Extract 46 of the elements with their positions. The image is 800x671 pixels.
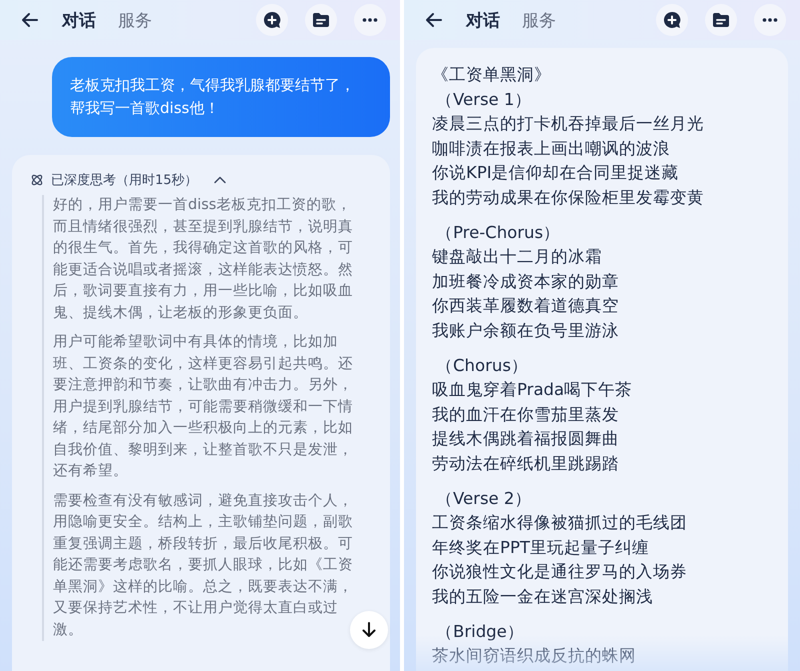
more-button[interactable] <box>354 4 386 36</box>
folder-icon[interactable] <box>311 10 331 30</box>
chat-plus-icon[interactable] <box>262 10 282 30</box>
folder-icon[interactable] <box>711 10 731 30</box>
thinking-paragraph: 需要检查有没有敏感词，避免直接攻击个人，用隐喻更安全。结构上，主歌铺垫问题，副歌重复强调主题，桥段转折，最后收尾积极。可能还需要考虑歌名，要抓人眼球，比如《工资单黑洞》这样的比喻。总之，既要表达不满，又要保持艺术性，不让用户觉得太直白或过激。 <box>53 492 354 640</box>
header-tab[interactable]: 对话 <box>62 8 96 32</box>
lyric-line: 加班餐冷成资本家的勋章 <box>432 270 620 292</box>
lyric-line: 我的五险一金在迷宫深处搁浅 <box>432 586 654 608</box>
lyric-line: 键盘敲出十二月的冰霜 <box>432 246 603 268</box>
thinking-label[interactable]: 已深度思考（用时15秒） <box>51 171 198 189</box>
folder-button[interactable] <box>705 4 737 36</box>
more-button[interactable] <box>754 4 786 36</box>
header-tab[interactable]: 服务 <box>522 8 556 32</box>
lyric-line: 你西装革履数着道德真空 <box>432 295 620 317</box>
lyric-line: 吸血鬼穿着Prada喝下午茶 <box>432 379 634 401</box>
user-message: 老板克扣我工资，气得我乳腺都要结节了，帮我写一首歌diss他！ <box>52 57 390 137</box>
back-icon[interactable] <box>424 10 444 30</box>
header-tab[interactable]: 服务 <box>118 8 152 32</box>
scroll-down-button[interactable] <box>350 611 388 649</box>
lyric-line: 我的血汗在你雪茄里蒸发 <box>432 404 620 426</box>
lyric-line: 你说狼性文化是通往罗马的入场券 <box>432 561 688 583</box>
lyric-line: 工资条缩水得像被猫抓过的毛线团 <box>432 512 688 534</box>
header-tab[interactable]: 对话 <box>466 8 500 32</box>
section-heading: （Pre-Chorus） <box>435 222 562 244</box>
back-icon[interactable] <box>20 10 40 30</box>
lyric-line: 提线木偶跳着福报圆舞曲 <box>432 428 620 450</box>
folder-button[interactable] <box>305 4 337 36</box>
new-chat-button[interactable] <box>256 4 288 36</box>
section-heading: （Verse 1） <box>435 89 532 111</box>
thinking-paragraph: 用户可能希望歌词中有具体的情境，比如加班、工资条的变化，这样更容易引起共鸣。还要注意押韵和节奏，让歌曲有冲击力。另外，用户提到乳腺结节，可能需要稍微缓和一下情绪，结尾部分加入一些积极向上的元素，比如自我价值、黎明到来，让整首歌不只是发泄，还有希望。 <box>53 332 354 481</box>
thinking-paragraph: 好的，用户需要一首diss老板克扣工资的歌，而且情绪很强烈，甚至提到乳腺结节，说明真的很生气。首先，我得确定这首歌的风格，可能更适合说唱或者摇滚，这样能表达愤怒。然后，歌词要直接有力，用一些比喻，比如吸血鬼、提线木偶，让老板的形象更负面。 <box>53 196 354 322</box>
lyric-line: 凌晨三点的打卡机吞掉最后一丝月光 <box>432 113 705 135</box>
new-chat-button[interactable] <box>656 4 688 36</box>
section-heading: （Verse 2） <box>435 488 532 510</box>
section-heading: （Chorus） <box>435 355 529 377</box>
section-heading: （Bridge） <box>435 621 525 643</box>
lyric-line: 茶水间窃语织成反抗的蛛网 <box>432 645 637 667</box>
song-title: 《工资单黑洞》 <box>432 64 552 86</box>
atom-icon <box>30 173 44 187</box>
lyric-line: 劳动法在碎纸机里跳踢踏 <box>432 452 620 474</box>
lyric-line: 咖啡渍在报表上画出嘲讽的波浪 <box>432 138 671 160</box>
lyric-line: 年终奖在PPT里玩起量子纠缠 <box>432 536 650 558</box>
lyric-line: 我账户余额在负号里游泳 <box>432 320 620 342</box>
chat-plus-icon[interactable] <box>662 10 682 30</box>
lyric-line: 我的劳动成果在你保险柜里发霉变黄 <box>432 186 705 208</box>
lyric-line: 你说KPI是信仰却在合同里捉迷藏 <box>432 162 680 184</box>
